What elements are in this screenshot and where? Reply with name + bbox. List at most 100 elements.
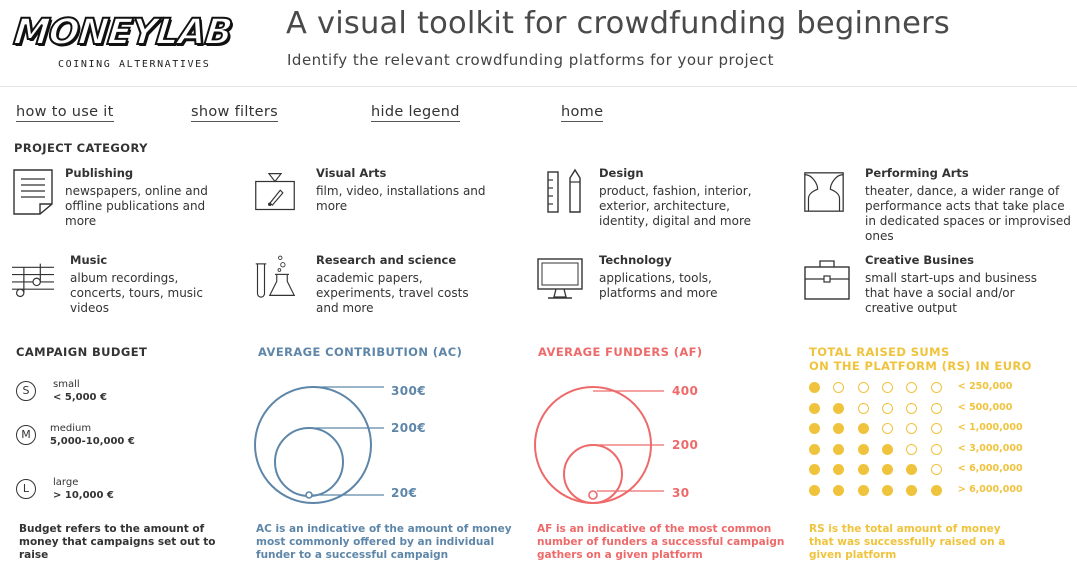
rs-dot-empty xyxy=(881,402,893,414)
category-description: theater, dance, a wider range of perform… xyxy=(865,184,1071,243)
rs-threshold-label: < 1,000,000 xyxy=(957,422,1023,433)
category-title: Technology xyxy=(599,253,672,267)
category-performing-arts[interactable]: Performing Arts theater, dance, a wider … xyxy=(803,166,1073,246)
rs-threshold-label: < 500,000 xyxy=(957,401,1013,413)
category-visual-arts[interactable]: Visual Arts film, video, installations a… xyxy=(254,166,494,236)
rs-threshold-label: < 6,000,000 xyxy=(957,463,1023,474)
rs-dot-empty xyxy=(857,402,869,414)
logo-tagline: COINING ALTERNATIVES xyxy=(58,59,211,70)
rs-dot-filled xyxy=(906,484,918,496)
raised-sums-legend: < 250,000 < 500,000 < 1,000,000 < 3,000,000… xyxy=(808,381,1048,501)
rs-dot-empty xyxy=(881,382,893,393)
average-funders-heading: AVERAGE FUNDERS (AF) xyxy=(538,345,703,359)
category-title: Creative Busines xyxy=(865,253,974,267)
budget-size-label: small xyxy=(53,379,80,390)
nav-show-filters-link[interactable]: show filters xyxy=(191,104,278,122)
nav-hide-legend-link[interactable]: hide legend xyxy=(371,104,460,122)
rs-dot-empty xyxy=(906,402,918,414)
average-funders-legend xyxy=(534,386,664,504)
rs-dot-filled xyxy=(930,484,942,496)
category-description: album recordings, concerts, tours, music… xyxy=(70,271,203,315)
af-label-200: 200 xyxy=(672,438,699,452)
rs-dot-filled xyxy=(809,484,820,496)
rs-dot-filled xyxy=(833,464,845,475)
rs-dot-filled xyxy=(809,423,820,434)
budget-letter-badge: L xyxy=(16,479,36,499)
rs-dot-empty xyxy=(930,382,942,393)
page-subtitle: Identify the relevant crowdfunding platf… xyxy=(287,51,775,69)
rs-dot-empty xyxy=(930,423,942,434)
logo-wordmark: MONEYLAB xyxy=(11,11,235,54)
rs-dot-filled xyxy=(881,443,893,455)
af-label-30: 30 xyxy=(672,486,690,500)
rs-dot-empty xyxy=(906,423,918,434)
stage-curtain-icon xyxy=(804,172,844,212)
rs-dot-filled xyxy=(833,423,845,434)
category-creative-business[interactable]: Creative Busines small start-ups and bus… xyxy=(803,253,1073,323)
rs-dot-filled xyxy=(857,423,869,434)
total-raised-heading: TOTAL RAISED SUMS xyxy=(809,345,950,359)
page-title: A visual toolkit for crowdfunding beginn… xyxy=(286,6,950,41)
budget-medium: M medium 5,000-10,000 € xyxy=(16,422,166,452)
af-label-400: 400 xyxy=(672,384,699,398)
category-description: academic papers, experiments, travel cos… xyxy=(316,271,469,315)
rs-dot-filled xyxy=(906,464,918,475)
campaign-budget-heading: CAMPAIGN BUDGET xyxy=(16,345,148,359)
ac-circle-large xyxy=(254,386,372,504)
budget-letter-badge: M xyxy=(16,425,36,445)
monitor-icon xyxy=(537,258,583,299)
budget-range-label: 5,000-10,000 € xyxy=(50,436,135,447)
ac-circle-medium xyxy=(274,427,344,497)
rs-explanation: RS is the total amount of money that was… xyxy=(809,523,1006,561)
rs-threshold-label: > 6,000,000 xyxy=(957,483,1023,495)
rs-dot-empty xyxy=(881,423,893,434)
nav-how-to-use-link[interactable]: how to use it xyxy=(16,104,114,122)
rs-dot-filled xyxy=(809,464,820,475)
category-title: Music xyxy=(70,253,108,267)
rs-dot-empty xyxy=(833,382,845,393)
rs-dot-empty xyxy=(930,464,942,475)
category-description: product, fashion, interior, exterior, ar… xyxy=(599,184,752,228)
ac-label-200: 200€ xyxy=(391,421,426,435)
budget-explanation: Budget refers to the amount of money tha… xyxy=(19,523,216,561)
total-raised-heading-line2: ON THE PLATFORM (RS) IN EURO xyxy=(809,359,1032,373)
budget-size-label: large xyxy=(53,477,79,488)
category-title: Publishing xyxy=(65,166,134,180)
category-technology[interactable]: Technology applications, tools, platform… xyxy=(536,253,786,323)
ac-label-300: 300€ xyxy=(391,384,426,398)
rs-dot-filled xyxy=(857,443,869,455)
music-staff-icon xyxy=(12,263,54,298)
rs-threshold-label: < 3,000,000 xyxy=(957,442,1023,454)
rs-dot-filled xyxy=(833,484,845,496)
budget-letter-badge: S xyxy=(16,381,36,401)
budget-size-label: medium xyxy=(50,423,92,434)
budget-range-label: < 5,000 € xyxy=(53,392,107,403)
flask-test-tube-icon xyxy=(255,255,296,298)
rs-dot-filled xyxy=(857,484,869,496)
category-research-science[interactable]: Research and science academic papers, ex… xyxy=(254,253,494,323)
moneylab-logo[interactable]: MONEYLAB COINING ALTERNATIVES xyxy=(11,11,250,74)
document-icon xyxy=(13,169,53,215)
rs-dot-empty xyxy=(930,443,942,455)
category-description: small start-ups and business that have a… xyxy=(865,271,1038,315)
nav-home-link[interactable]: home xyxy=(561,104,604,122)
category-design[interactable]: Design product, fashion, interior, exter… xyxy=(544,166,784,236)
header-divider xyxy=(0,86,1077,87)
rs-dot-filled xyxy=(833,402,845,414)
easel-brush-icon xyxy=(255,173,295,211)
category-publishing[interactable]: Publishing newspapers, online and offlin… xyxy=(12,166,242,236)
rs-threshold-label: < 250,000 xyxy=(957,381,1013,392)
rs-dot-empty xyxy=(930,402,942,414)
rs-dot-filled xyxy=(809,382,820,393)
category-description: newspapers, online and offline publicati… xyxy=(65,184,208,228)
rs-dot-filled xyxy=(833,443,845,455)
rs-dot-filled xyxy=(881,464,893,475)
af-circle-small xyxy=(588,490,598,500)
rs-dot-filled xyxy=(809,402,820,414)
category-title: Research and science xyxy=(316,253,457,267)
rs-dot-filled xyxy=(881,484,893,496)
category-music[interactable]: Music album recordings, concerts, tours,… xyxy=(12,253,242,323)
average-contribution-heading: AVERAGE CONTRIBUTION (AC) xyxy=(258,345,463,359)
project-category-heading: PROJECT CATEGORY xyxy=(14,141,148,155)
budget-range-label: > 10,000 € xyxy=(53,490,114,501)
